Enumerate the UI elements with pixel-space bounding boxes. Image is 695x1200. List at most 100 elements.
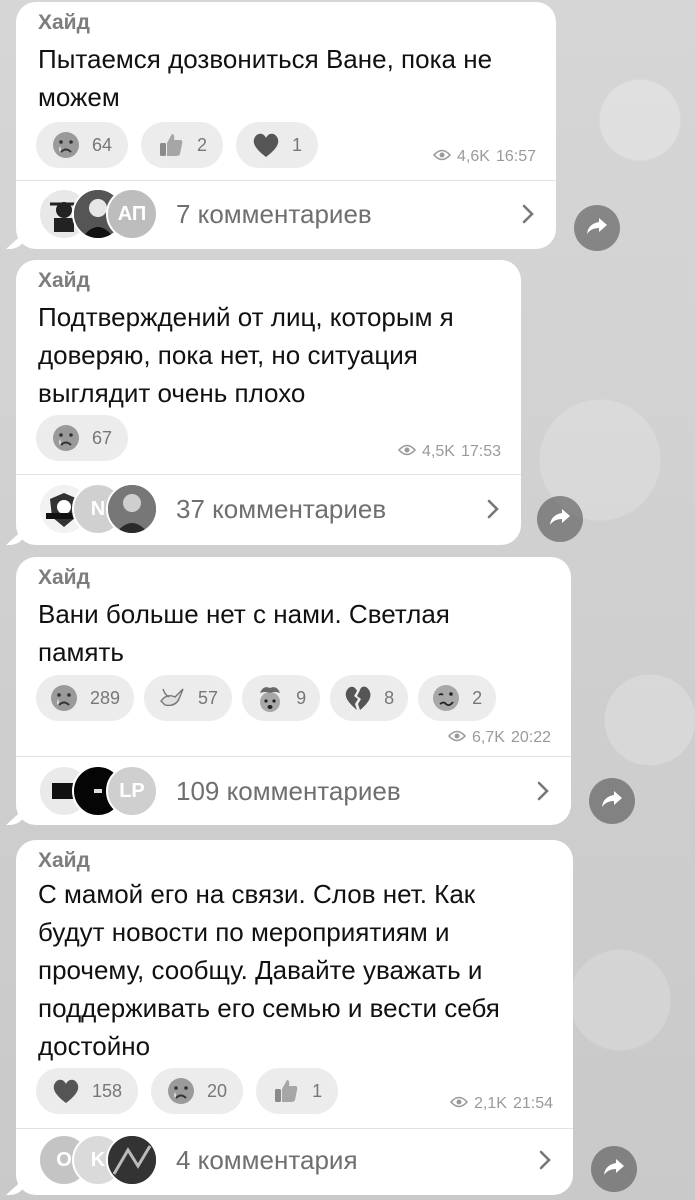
- share-button[interactable]: [589, 778, 635, 824]
- share-arrow-icon: [585, 216, 609, 241]
- share-button[interactable]: [574, 205, 620, 251]
- reaction-count: 289: [90, 687, 121, 708]
- reaction-chip-broken-heart[interactable]: 8: [330, 675, 409, 721]
- share-button[interactable]: [591, 1146, 637, 1192]
- message-time: 21:54: [512, 1095, 553, 1112]
- commenter-avatars: LP: [38, 765, 168, 817]
- comments-button[interactable]: O K 4 комментария: [38, 1130, 555, 1190]
- thumbs-up-icon: [155, 129, 187, 161]
- reaction-chip-woozy[interactable]: 2: [418, 675, 497, 721]
- dove-icon: [156, 682, 188, 714]
- message-bubble[interactable]: Хайд Подтверждений от лиц, которым я дов…: [16, 260, 521, 545]
- message-bubble[interactable]: Хайд Пытаемся дозвониться Ване, пока не …: [16, 2, 556, 249]
- eye-icon: [447, 729, 467, 747]
- share-arrow-icon: [602, 1157, 626, 1182]
- heart-icon: [50, 1075, 82, 1107]
- reaction-count: 64: [92, 134, 113, 155]
- commenter-avatars: O K: [38, 1134, 168, 1186]
- divider: [16, 474, 521, 475]
- crying-face-icon: [48, 682, 80, 714]
- message-bubble[interactable]: Хайд С мамой его на связи. Слов нет. Как…: [16, 840, 573, 1195]
- reaction-chip-thumbs-up[interactable]: 1: [256, 1068, 339, 1114]
- message-meta: 6,7K 20:22: [447, 729, 551, 747]
- commenter-avatars: АП: [38, 188, 168, 240]
- reaction-chip-dove[interactable]: 57: [144, 675, 233, 721]
- divider: [16, 756, 571, 757]
- eye-icon: [449, 1095, 469, 1113]
- message-author: Хайд: [38, 269, 90, 292]
- comments-count: 4 комментария: [176, 1144, 358, 1175]
- thumbs-up-icon: [270, 1075, 302, 1107]
- comments-button[interactable]: LP 109 комментариев: [38, 761, 553, 821]
- share-arrow-icon: [548, 507, 572, 532]
- eye-icon: [397, 443, 417, 461]
- message-text: С мамой его на связи. Слов нет. Как буду…: [38, 879, 500, 1061]
- message-text: Пытаемся дозвониться Ване, пока не можем: [38, 44, 493, 112]
- crying-face-icon: [50, 422, 82, 454]
- message-time: 17:53: [460, 443, 501, 460]
- reaction-chip-thumbs-up[interactable]: 2: [141, 122, 224, 168]
- message-time: 16:57: [495, 148, 536, 165]
- reaction-count: 158: [92, 1080, 123, 1101]
- chevron-right-icon: [535, 1148, 555, 1172]
- reaction-count: 57: [198, 687, 219, 708]
- message-meta: 2,1K 21:54: [449, 1095, 553, 1113]
- message-meta: 4,5K 17:53: [397, 443, 501, 461]
- share-button[interactable]: [537, 496, 583, 542]
- message-text: Подтверждений от лиц, которым я доверяю,…: [38, 302, 454, 408]
- reaction-chip-heart[interactable]: 1: [236, 122, 319, 168]
- crying-face-icon: [50, 129, 82, 161]
- comments-button[interactable]: АП 7 комментариев: [38, 184, 538, 244]
- reactions-row: 158 20 1: [36, 1068, 339, 1114]
- reaction-count: 2: [472, 687, 483, 708]
- message-author: Хайд: [38, 566, 90, 589]
- reactions-row: 289 57 9 8 2: [36, 675, 497, 721]
- message-meta: 4,6K 16:57: [432, 148, 536, 166]
- reaction-chip-crying[interactable]: 20: [151, 1068, 244, 1114]
- view-count: 2,1K: [474, 1095, 507, 1112]
- divider: [16, 1128, 573, 1129]
- view-count: 4,6K: [457, 148, 490, 165]
- chevron-right-icon: [518, 202, 538, 226]
- reaction-chip-crying[interactable]: 67: [36, 415, 129, 461]
- woozy-face-icon: [430, 682, 462, 714]
- comments-button[interactable]: N 37 комментариев: [38, 479, 503, 539]
- reaction-count: 1: [292, 134, 303, 155]
- view-count: 4,5K: [422, 443, 455, 460]
- reaction-chip-heart[interactable]: 158: [36, 1068, 139, 1114]
- avatar: LP: [106, 765, 158, 817]
- eye-icon: [432, 148, 452, 166]
- reaction-count: 8: [384, 687, 395, 708]
- message-author: Хайд: [38, 11, 90, 34]
- reaction-count: 1: [312, 1080, 323, 1101]
- reaction-count: 9: [296, 687, 307, 708]
- comments-count: 7 комментариев: [176, 198, 372, 229]
- reaction-count: 67: [92, 427, 113, 448]
- comments-count: 109 комментариев: [176, 775, 401, 806]
- commenter-avatars: N: [38, 483, 168, 535]
- reactions-row: 64 2 1: [36, 122, 319, 168]
- share-arrow-icon: [600, 789, 624, 814]
- message-time: 20:22: [510, 729, 551, 746]
- avatar: [106, 483, 158, 535]
- message-bubble[interactable]: Хайд Вани больше нет с нами. Светлая пам…: [16, 557, 571, 825]
- exploding-head-icon: [254, 682, 286, 714]
- chevron-right-icon: [533, 779, 553, 803]
- avatar: [106, 1134, 158, 1186]
- crying-face-icon: [165, 1075, 197, 1107]
- heart-icon: [250, 129, 282, 161]
- reaction-chip-crying[interactable]: 64: [36, 122, 129, 168]
- message-text: Вани больше нет с нами. Светлая память: [38, 599, 450, 667]
- view-count: 6,7K: [472, 729, 505, 746]
- broken-heart-icon: [342, 682, 374, 714]
- reaction-chip-exploding-head[interactable]: 9: [242, 675, 321, 721]
- reaction-chip-crying[interactable]: 289: [36, 675, 135, 721]
- message-author: Хайд: [38, 849, 90, 872]
- reaction-count: 2: [197, 134, 208, 155]
- comments-count: 37 комментариев: [176, 493, 387, 524]
- chevron-right-icon: [483, 497, 503, 521]
- reactions-row: 67: [36, 415, 129, 461]
- avatar: АП: [106, 188, 158, 240]
- divider: [16, 180, 556, 181]
- reaction-count: 20: [207, 1080, 228, 1101]
